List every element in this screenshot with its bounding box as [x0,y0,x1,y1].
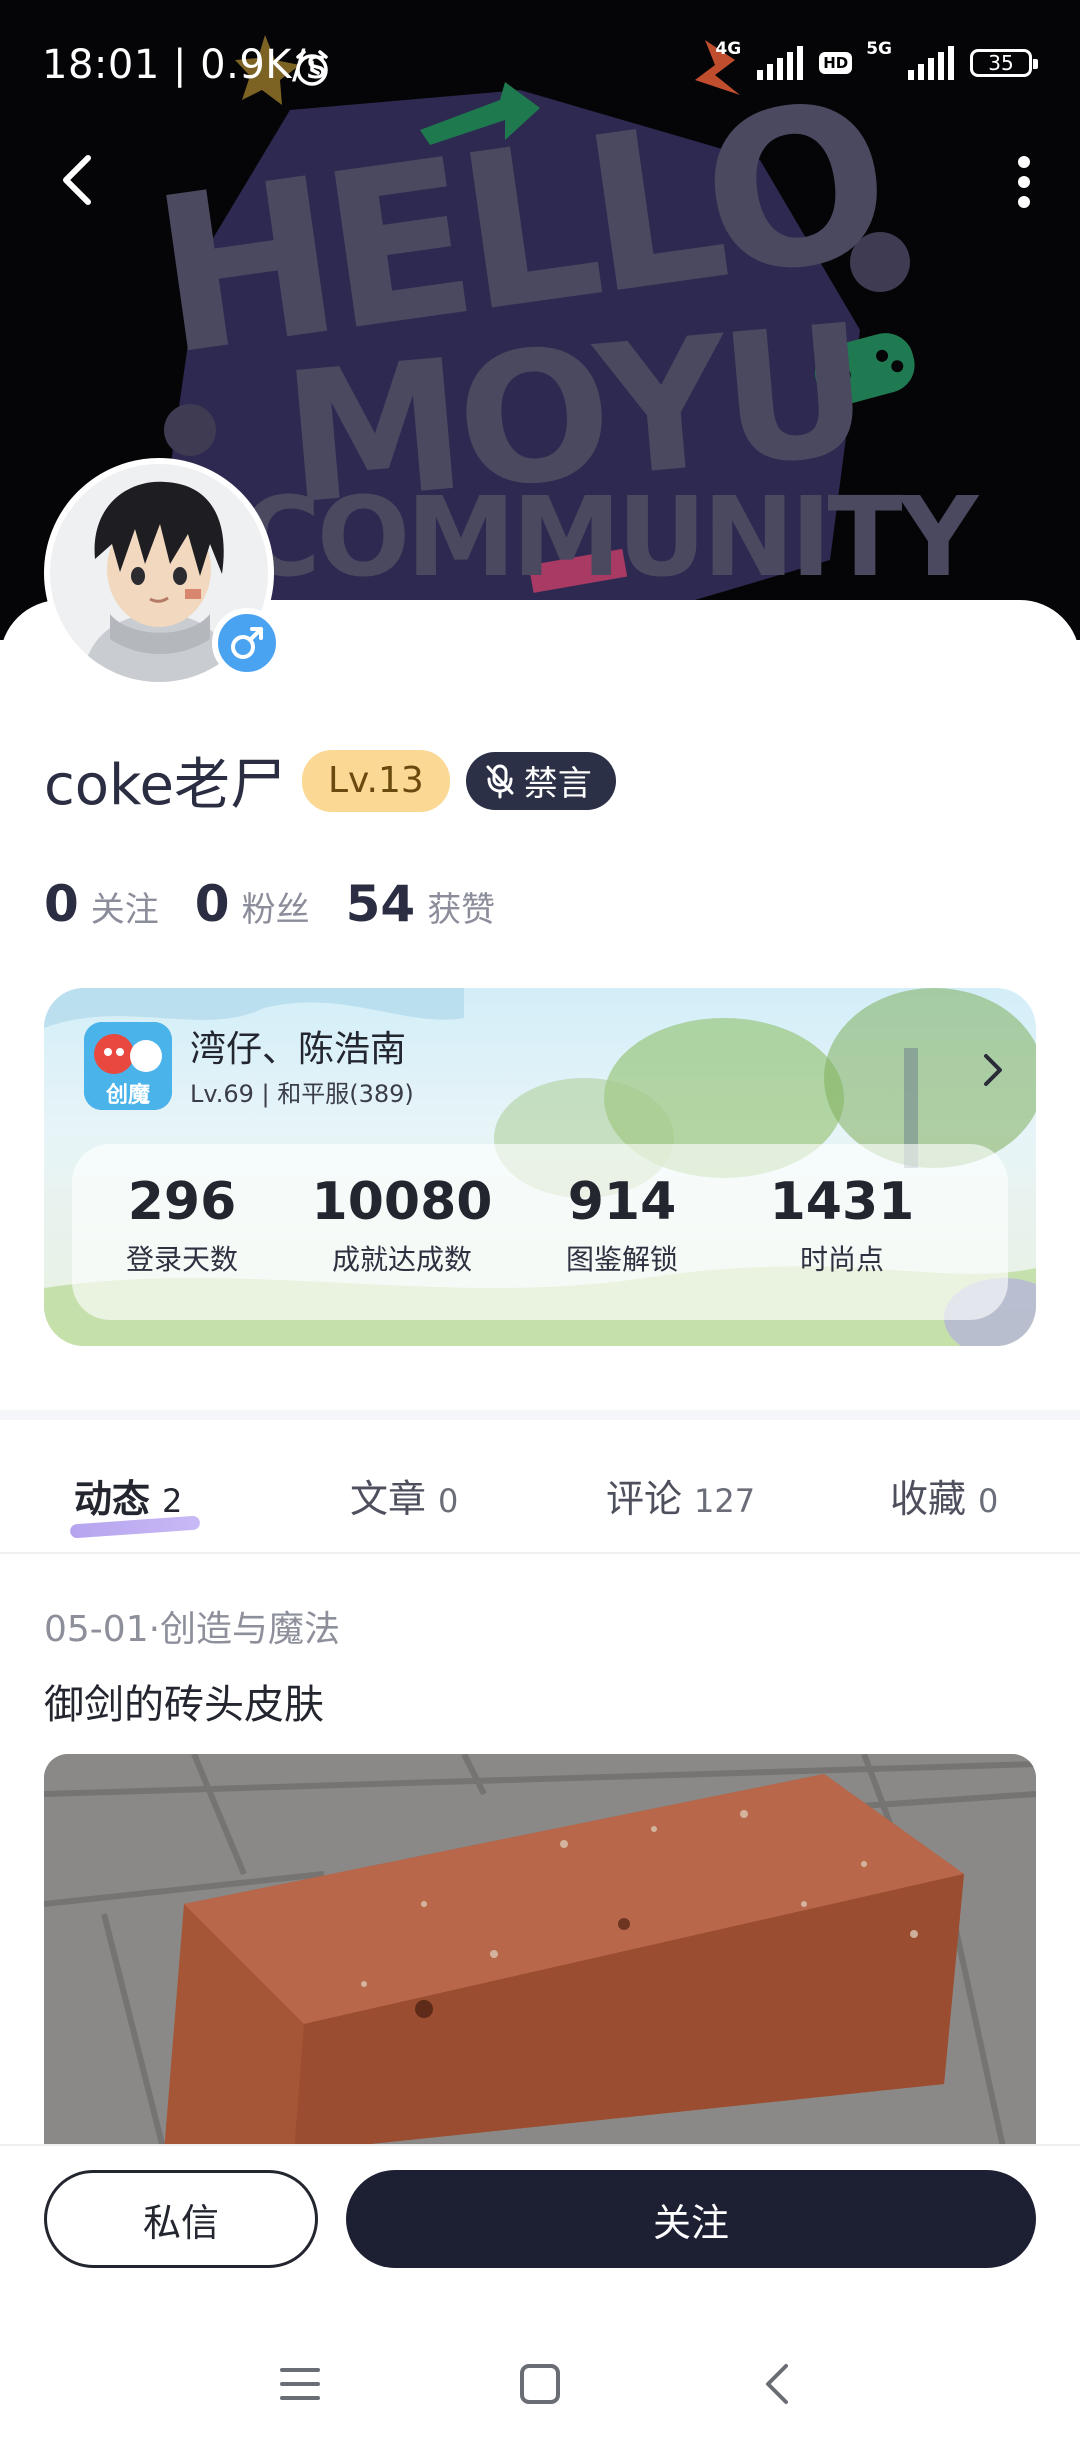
following-count[interactable]: 0 [44,875,79,933]
game-stat-value: 914 [567,1172,677,1232]
post-image[interactable] [44,1754,1036,2152]
game-stat-label: 时尚点 [799,1243,884,1276]
tab-label: 文章 [350,1477,427,1521]
tab-count: 0 [438,1482,459,1520]
likes-count: 54 [345,875,416,933]
game-stat-achievements: 10080 成就达成数 [302,1170,502,1278]
post-title: 御剑的砖头皮肤 [44,1682,324,1728]
mute-badge: 禁言 [465,751,616,810]
profile-stats: 0 关注 0 粉丝 54 获赞 [44,875,531,933]
hd-badge: HD [819,52,853,74]
battery-icon: 35 [970,49,1038,77]
content-tabs: 动态 2 文章 0 评论 127 收藏 0 [0,1430,1080,1554]
game-icon-text: 创魔 [105,1082,150,1108]
chevron-right-icon[interactable] [982,1052,1004,1092]
system-navigation-bar [0,2362,1080,2442]
network-4g-label: 4G [715,38,742,59]
game-profile-card[interactable]: 创魔 湾仔、陈浩南 Lv.69 | 和平服(389) 296 登录天数 1008… [44,988,1036,1346]
game-app-icon: 创魔 [84,1022,172,1110]
back-chevron-icon[interactable] [760,2362,796,2410]
follow-button[interactable]: 关注 [346,2170,1036,2268]
banner-art-community: COMMUNITY [240,473,980,601]
avatar[interactable] [44,458,282,688]
mute-label: 禁言 [523,764,592,804]
username-row: coke老尸 Lv.13 禁言 [44,740,616,821]
tab-label: 动态 [74,1477,151,1521]
male-icon [212,608,282,678]
game-stat-label: 成就达成数 [331,1243,472,1276]
tab-favorites[interactable]: 收藏 0 [890,1468,998,1523]
game-stat-login-days: 296 登录天数 [82,1170,282,1278]
game-character-level: Lv.69 | 和平服(389) [190,1080,414,1108]
likes-label: 获赞 [427,890,496,930]
back-arrow-icon[interactable] [58,150,98,214]
game-character-name: 湾仔、陈浩南 [190,1029,407,1070]
game-stats-panel: 296 登录天数 10080 成就达成数 914 图鉴解锁 1431 时尚点 [72,1144,1008,1320]
more-vertical-icon[interactable] [1014,152,1034,216]
level-badge: Lv.13 [301,749,450,812]
signal-icon [757,46,804,80]
direct-message-button[interactable]: 私信 [44,2170,318,2268]
mute-mic-icon [486,764,514,798]
post-meta: 05-01·创造与魔法 [44,1609,341,1650]
game-stat-value: 296 [127,1172,237,1232]
alarm-icon [292,48,332,92]
tab-count: 0 [978,1482,999,1520]
status-time: 18:01 | 0.9K/s [42,42,328,88]
tab-comments[interactable]: 评论 127 [606,1468,755,1523]
following-label[interactable]: 关注 [91,882,159,931]
game-stat-value: 1431 [769,1172,915,1232]
network-5g-label: 5G [866,38,892,59]
status-bar: 18:01 | 0.9K/s 4G HD 5G 35 [0,0,1080,140]
game-stat-fashion: 1431 时尚点 [742,1170,942,1278]
game-stat-label: 图鉴解锁 [565,1243,678,1276]
username: coke老尸 [44,753,286,818]
tab-articles[interactable]: 文章 0 [350,1468,458,1523]
battery-level: 35 [988,51,1014,75]
bottom-action-bar: 私信 关注 [0,2144,1080,2462]
tab-label: 评论 [606,1477,683,1521]
game-stat-label: 登录天数 [125,1243,238,1276]
menu-icon[interactable] [278,2362,322,2410]
game-stat-codex: 914 图鉴解锁 [522,1170,722,1278]
followers-label[interactable]: 粉丝 [242,882,310,931]
followers-count[interactable]: 0 [195,875,230,933]
game-stat-value: 10080 [311,1172,493,1232]
tab-label: 收藏 [890,1477,967,1521]
tab-posts[interactable]: 动态 2 [74,1468,182,1523]
home-square-icon[interactable] [518,2362,562,2410]
tab-count: 2 [162,1482,183,1520]
signal-icon [908,46,954,80]
tab-count: 127 [694,1482,756,1520]
